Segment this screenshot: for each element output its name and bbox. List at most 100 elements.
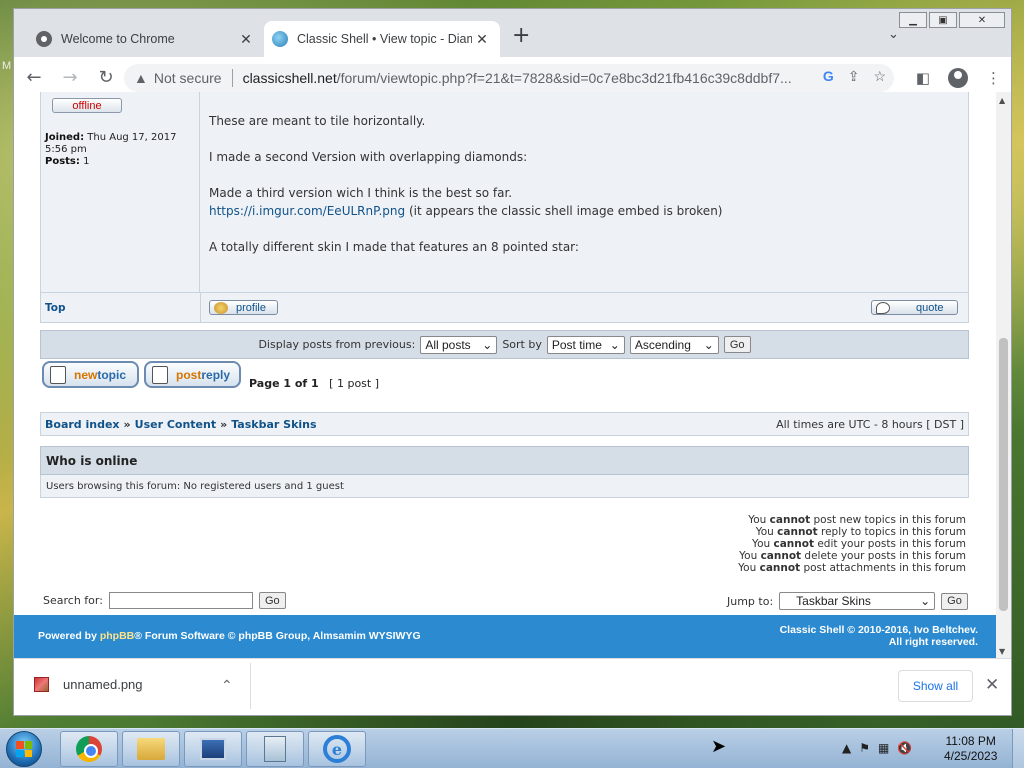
tab-title: Classic Shell • View topic - Diamc bbox=[297, 32, 472, 46]
system-tray: ▲ ⚑ ▦ 🔇 bbox=[842, 741, 912, 755]
tab-classic-shell[interactable]: Classic Shell • View topic - Diamc ✕ bbox=[264, 21, 500, 57]
chevron-down-icon: ⌄ bbox=[920, 594, 931, 608]
quote-label: quote bbox=[916, 301, 944, 314]
download-item[interactable]: unnamed.png bbox=[34, 677, 143, 692]
window-close-button[interactable]: ✕ bbox=[959, 12, 1005, 28]
image-file-icon bbox=[34, 677, 49, 692]
url-domain: classicshell.net bbox=[242, 70, 337, 86]
google-lens-icon[interactable]: G bbox=[823, 68, 834, 85]
network-computer-icon bbox=[200, 738, 226, 760]
new-topic-button[interactable]: new topic bbox=[42, 361, 139, 388]
copyright: Classic Shell © 2010-2016, Ivo Beltchev.… bbox=[779, 624, 978, 648]
display-go-button[interactable]: Go bbox=[723, 336, 751, 353]
mouse-cursor-icon: ➤ bbox=[711, 736, 727, 757]
jump-label: Jump to: bbox=[727, 594, 774, 608]
taskbar-internet-explorer[interactable]: e bbox=[308, 731, 366, 767]
display-label: Display posts from previous: bbox=[258, 338, 416, 351]
window-controls: ▁ ▣ ✕ bbox=[899, 12, 1005, 28]
taskbar-chrome[interactable] bbox=[60, 731, 118, 767]
status-badge: offline bbox=[52, 98, 122, 113]
search-go-button[interactable]: Go bbox=[258, 592, 286, 609]
side-panel-icon[interactable]: ◧ bbox=[916, 69, 930, 87]
breadcrumb-board-index[interactable]: Board index bbox=[45, 418, 120, 431]
author-details: Joined: Thu Aug 17, 2017 5:56 pm Posts: … bbox=[45, 132, 195, 168]
sort-label: Sort by bbox=[502, 338, 542, 351]
tab-strip: Welcome to Chrome ✕ Classic Shell • View… bbox=[14, 9, 1011, 57]
chevron-up-icon[interactable]: ⌃ bbox=[221, 677, 233, 694]
post: offline Joined: Thu Aug 17, 2017 5:56 pm… bbox=[40, 92, 969, 323]
post-reply-button[interactable]: post reply bbox=[144, 361, 241, 388]
windows-taskbar: e ▲ ⚑ ▦ 🔇 11:08 PM 4/25/2023 bbox=[0, 728, 1024, 768]
tab-welcome[interactable]: Welcome to Chrome ✕ bbox=[28, 21, 264, 57]
tab-title: Welcome to Chrome bbox=[61, 32, 175, 46]
post-paragraph: These are meant to tile horizontally. bbox=[209, 114, 426, 128]
imgur-link[interactable]: https://i.imgur.com/EeULRnP.png bbox=[209, 204, 405, 218]
start-button[interactable] bbox=[6, 731, 42, 767]
profile-button[interactable]: profile bbox=[209, 300, 278, 315]
profile-icon bbox=[214, 301, 228, 314]
close-icon[interactable]: ✕ bbox=[236, 31, 256, 48]
clock[interactable]: 11:08 PM 4/25/2023 bbox=[944, 734, 997, 764]
taskbar-document[interactable] bbox=[246, 731, 304, 767]
posts-value: 1 bbox=[83, 156, 90, 167]
profile-avatar-icon[interactable] bbox=[948, 68, 968, 88]
display-days-select[interactable]: All posts ⌄ bbox=[420, 335, 498, 354]
address-bar[interactable]: ▲ Not secure classicshell.net /forum/vie… bbox=[124, 64, 894, 92]
document-icon bbox=[264, 736, 286, 762]
scroll-up-icon[interactable]: ▲ bbox=[999, 96, 1005, 105]
breadcrumb-separator: » bbox=[123, 417, 131, 431]
quote-button[interactable]: quote bbox=[871, 300, 958, 315]
breadcrumb-user-content[interactable]: User Content bbox=[135, 418, 216, 431]
taskbar-network[interactable] bbox=[184, 731, 242, 767]
post-body: These are meant to tile horizontally. I … bbox=[209, 112, 949, 274]
tray-expand-icon[interactable]: ▲ bbox=[842, 741, 851, 755]
back-arrow-icon[interactable]: ← bbox=[18, 62, 50, 94]
search-label: Search for: bbox=[43, 594, 103, 607]
page-footer: Powered by phpBB® Forum Software © phpBB… bbox=[14, 615, 998, 658]
breadcrumb-taskbar-skins[interactable]: Taskbar Skins bbox=[231, 418, 316, 431]
show-all-button[interactable]: Show all bbox=[898, 670, 973, 702]
show-desktop-button[interactable] bbox=[1012, 729, 1024, 768]
phpbb-link[interactable]: phpBB bbox=[100, 630, 134, 642]
maximize-button[interactable]: ▣ bbox=[929, 12, 957, 28]
close-icon[interactable]: ✕ bbox=[985, 675, 999, 695]
quote-bubble-icon bbox=[876, 301, 890, 314]
tab-search-chevron-icon[interactable]: ⌄ bbox=[888, 27, 899, 42]
bookmark-star-icon[interactable]: ☆ bbox=[873, 68, 886, 85]
omnibox-icons: G ⇪ ☆ bbox=[823, 68, 886, 85]
permission-line: You cannot delete your posts in this for… bbox=[739, 550, 966, 562]
top-link[interactable]: Top bbox=[45, 302, 66, 314]
classic-shell-favicon-icon bbox=[272, 31, 288, 47]
forward-arrow-icon[interactable]: → bbox=[54, 62, 86, 94]
permission-line: You cannot reply to topics in this forum bbox=[755, 526, 966, 538]
profile-label: profile bbox=[236, 301, 266, 314]
reload-icon[interactable]: ↻ bbox=[90, 62, 122, 94]
search-input[interactable] bbox=[108, 592, 253, 609]
network-icon[interactable]: ▦ bbox=[878, 741, 889, 755]
scrollbar-thumb[interactable] bbox=[999, 338, 1008, 611]
page-number: Page 1 of 1 bbox=[249, 377, 319, 390]
taskbar-explorer[interactable] bbox=[122, 731, 180, 767]
url-path: /forum/viewtopic.php?f=21&t=7828&sid=0c7… bbox=[336, 70, 792, 86]
new-tab-icon[interactable]: + bbox=[512, 23, 530, 48]
breadcrumb-separator: » bbox=[220, 417, 228, 431]
scroll-down-icon[interactable]: ▼ bbox=[999, 647, 1005, 656]
sort-key-select[interactable]: Post time ⌄ bbox=[546, 335, 625, 354]
share-icon[interactable]: ⇪ bbox=[848, 68, 860, 85]
chevron-down-icon: ⌄ bbox=[482, 337, 493, 352]
security-label: Not secure bbox=[153, 70, 222, 86]
minimize-button[interactable]: ▁ bbox=[899, 12, 927, 28]
sort-direction-select[interactable]: Ascending ⌄ bbox=[629, 335, 719, 354]
pagination-info: Page 1 of 1 [ 1 post ] bbox=[249, 377, 379, 390]
chrome-icon bbox=[76, 736, 102, 762]
jump-to-select[interactable]: Taskbar Skins ⌄ bbox=[779, 592, 936, 610]
volume-muted-icon[interactable]: 🔇 bbox=[897, 741, 912, 755]
page-scrollbar[interactable]: ▲ ▼ bbox=[996, 92, 1011, 658]
permission-line: You cannot post attachments in this foru… bbox=[738, 562, 966, 574]
close-icon[interactable]: ✕ bbox=[472, 31, 492, 48]
menu-kebab-icon[interactable]: ⋮ bbox=[986, 69, 1001, 87]
chevron-down-icon: ⌄ bbox=[703, 337, 714, 352]
jump-go-button[interactable]: Go bbox=[941, 592, 968, 610]
jump-to: Jump to: Taskbar Skins ⌄ Go bbox=[727, 592, 968, 610]
action-center-flag-icon[interactable]: ⚑ bbox=[859, 741, 870, 755]
